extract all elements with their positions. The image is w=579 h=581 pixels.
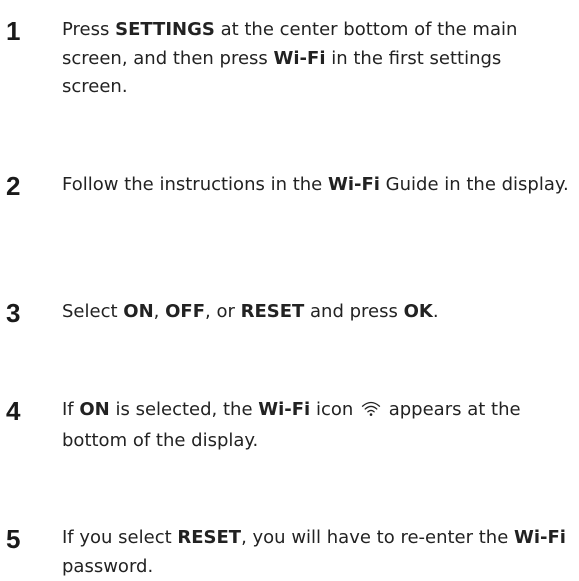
wifi-icon [361,398,381,427]
text-run: . [432,301,439,322]
text-run: icon [310,399,359,420]
bold-term: Wi-Fi [273,47,326,69]
bold-term: SETTINGS [115,19,215,40]
step-text: Follow the instructions in the Wi-Fi Gui… [62,171,572,200]
text-run: , or [205,301,241,322]
bold-term: Wi-Fi [327,174,380,195]
step-text: Press SETTINGS at the center bottom of t… [62,16,572,102]
bold-term: OK [403,301,433,322]
bold-term: ON [79,399,110,420]
bold-term: Wi-Fi [514,527,566,548]
step-text: Select ON, OFF, or RESET and press OK. [62,298,572,327]
text-run: , [153,301,166,322]
text-run: , you will have to re-enter the [241,527,515,548]
bold-term: RESET [240,301,305,322]
text-run: Select [62,301,124,322]
bold-term: OFF [165,301,205,322]
step-number: 1 [6,16,21,46]
step-number: 4 [6,396,21,426]
step-number: 5 [6,524,21,554]
step-text: If you select RESET, you will have to re… [62,524,572,581]
text-run: Follow the instructions in the [62,174,328,195]
text-run: password. [62,555,154,577]
bold-term: ON [123,301,154,322]
text-run: Press [62,19,116,40]
step-text: If ON is selected, the Wi-Fi icon appear… [62,396,572,455]
text-run: is selected, the [109,399,259,420]
bold-term: Wi-Fi [258,399,311,420]
step-number: 2 [6,171,21,201]
step-number: 3 [6,298,21,328]
text-run: If [62,399,80,420]
text-run: and press [304,301,404,322]
text-run: If you select [62,527,178,548]
text-run: Guide in the display. [379,174,569,195]
bold-term: RESET [177,527,242,548]
